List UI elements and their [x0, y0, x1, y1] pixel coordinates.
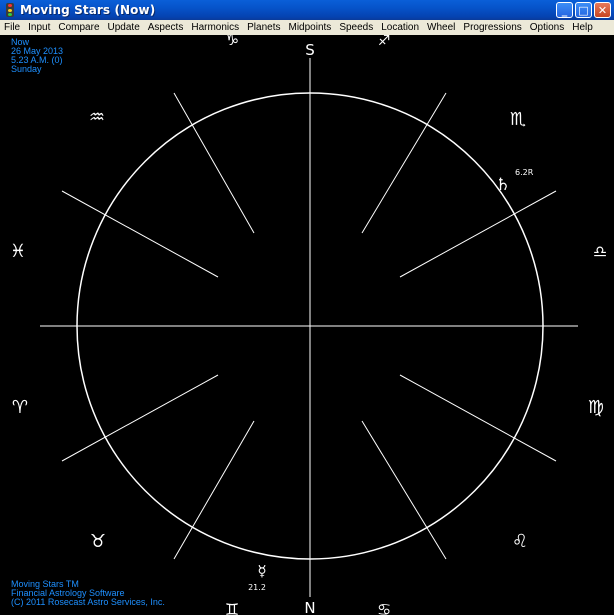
aries-sign-icon: ♈ — [12, 397, 28, 418]
footer-copyright: (C) 2011 Rosecast Astro Services, Inc. — [11, 597, 165, 607]
saturn-icon[interactable]: ♄ — [495, 175, 510, 195]
menu-options[interactable]: Options — [526, 22, 568, 33]
gemini-sign-icon: ♊ — [225, 600, 239, 615]
menu-aspects[interactable]: Aspects — [144, 22, 188, 33]
menu-harmonics[interactable]: Harmonics — [187, 22, 243, 33]
menu-update[interactable]: Update — [104, 22, 144, 33]
chart-info: Now 26 May 2013 5.23 A.M. (0) Sunday — [11, 38, 63, 74]
menu-input[interactable]: Input — [24, 22, 54, 33]
menu-speeds[interactable]: Speeds — [335, 22, 377, 33]
minimize-button[interactable]: _ — [556, 2, 573, 18]
house-cusp-line — [361, 92, 447, 234]
house-cusp-line — [361, 420, 447, 560]
south-label: S — [305, 41, 315, 59]
menu-bar: File Input Compare Update Aspects Harmon… — [0, 20, 614, 35]
north-label: N — [304, 599, 315, 615]
chart-wheel[interactable]: S N ♑ ♐ ♏ ♎ ♍ ♌ ♋ ♊ ♉ ♈ ♓ ♒ ♄ 6.2R ☿ 21.… — [0, 35, 614, 615]
cancer-sign-icon: ♋ — [377, 600, 391, 615]
maximize-button[interactable]: □ — [575, 2, 592, 18]
mercury-degree-label: 21.2 — [248, 583, 266, 592]
saturn-degree-label: 6.2R — [515, 168, 534, 177]
menu-wheel[interactable]: Wheel — [423, 22, 459, 33]
house-cusp-line — [399, 374, 557, 462]
menu-location[interactable]: Location — [377, 22, 423, 33]
pisces-sign-icon: ♓ — [10, 241, 26, 262]
menu-file[interactable]: File — [0, 22, 24, 33]
virgo-sign-icon: ♍ — [588, 397, 604, 418]
menu-midpoints[interactable]: Midpoints — [285, 22, 336, 33]
taurus-sign-icon: ♉ — [90, 531, 106, 552]
title-bar: Moving Stars (Now) _ □ ✕ — [0, 0, 614, 20]
sagittarius-sign-icon: ♐ — [378, 35, 391, 49]
house-cusp-line — [399, 190, 557, 278]
scorpio-sign-icon: ♏ — [510, 109, 526, 130]
menu-compare[interactable]: Compare — [54, 22, 103, 33]
close-button[interactable]: ✕ — [594, 2, 611, 18]
window-title: Moving Stars (Now) — [20, 3, 156, 17]
menu-help[interactable]: Help — [568, 22, 597, 33]
traffic-light-icon[interactable] — [3, 3, 17, 17]
menu-planets[interactable]: Planets — [243, 22, 284, 33]
leo-sign-icon: ♌ — [512, 531, 528, 552]
mercury-icon[interactable]: ☿ — [257, 562, 266, 580]
chart-weekday: Sunday — [11, 64, 42, 74]
libra-sign-icon: ♎ — [593, 242, 607, 261]
capricorn-sign-icon: ♑ — [225, 35, 239, 49]
menu-progressions[interactable]: Progressions — [459, 22, 525, 33]
aquarius-sign-icon: ♒ — [89, 107, 105, 128]
copyright-footer: Moving Stars TM Financial Astrology Soft… — [11, 580, 165, 607]
